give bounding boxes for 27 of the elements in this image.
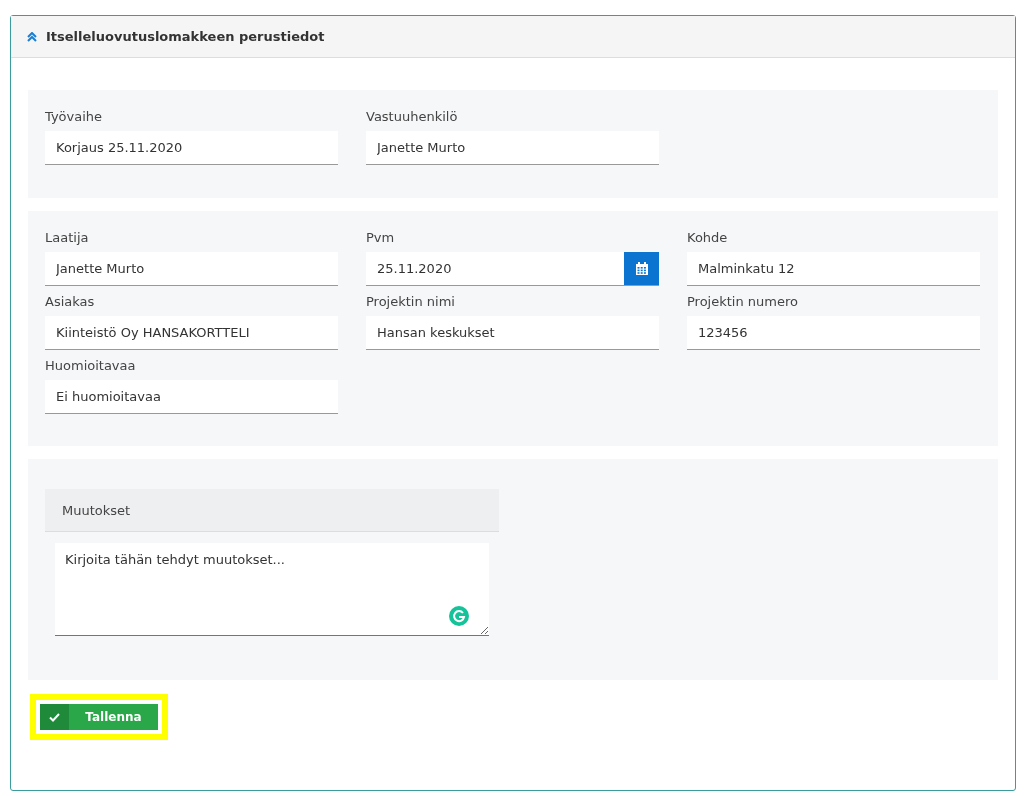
text-field[interactable]: Hansan keskukset	[366, 316, 659, 350]
text-field[interactable]: Janette Murto	[45, 252, 338, 286]
field-label: Työvaihe	[45, 109, 104, 124]
text-field[interactable]: Janette Murto	[366, 131, 659, 165]
calendar-button[interactable]	[624, 252, 659, 286]
date-field[interactable]: 25.11.2020	[366, 252, 624, 286]
check-icon	[49, 712, 60, 722]
changes-header: Muutokset	[45, 489, 499, 532]
field-label: Kohde	[687, 230, 729, 245]
text-field[interactable]: Ei huomioitavaa	[45, 380, 338, 414]
text-field[interactable]: Malminkatu 12	[687, 252, 980, 286]
field-label: Vastuuhenkilö	[366, 109, 459, 124]
field-label: Projektin nimi	[366, 294, 456, 309]
field-label: Pvm	[366, 230, 396, 245]
text-field[interactable]: 123456	[687, 316, 980, 350]
field-label: Projektin numero	[687, 294, 799, 309]
field-label: Asiakas	[45, 294, 96, 309]
panel-title: Itselleluovutuslomakkeen perustiedot	[46, 29, 325, 44]
field-label: Laatija	[45, 230, 90, 245]
text-field[interactable]: Korjaus 25.11.2020	[45, 131, 338, 165]
calendar-icon	[635, 262, 648, 275]
panel-header[interactable]: Itselleluovutuslomakkeen perustiedot	[11, 16, 1015, 58]
double-chevron-icon[interactable]	[27, 31, 37, 42]
refresh-icon[interactable]	[449, 606, 469, 626]
changes-textarea[interactable]: Kirjoita tähän tehdyt muutokset...	[55, 543, 489, 636]
text-field[interactable]: Kiinteistö Oy HANSAKORTTELI	[45, 316, 338, 350]
field-label: Huomioitavaa	[45, 358, 137, 373]
